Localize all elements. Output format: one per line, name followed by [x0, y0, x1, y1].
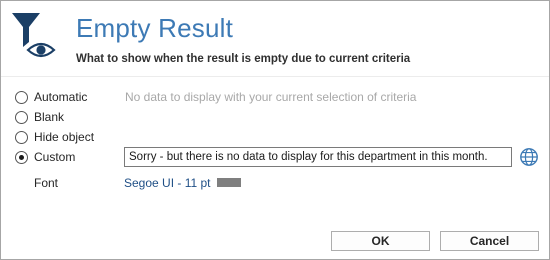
font-label: Font	[34, 176, 59, 190]
header-divider	[1, 76, 549, 77]
radio-hide-object[interactable]: Hide object	[15, 129, 94, 145]
radio-automatic-circle[interactable]	[15, 90, 28, 104]
ok-button[interactable]: OK	[331, 231, 430, 251]
page-subtitle: What to show when the result is empty du…	[76, 53, 411, 65]
globe-icon[interactable]	[519, 147, 539, 167]
radio-custom[interactable]: Custom	[15, 149, 75, 165]
custom-message-input[interactable]	[124, 147, 512, 167]
radio-automatic[interactable]: Automatic	[15, 89, 87, 105]
automatic-hint-text: No data to display with your current sel…	[125, 90, 417, 104]
radio-automatic-label: Automatic	[34, 90, 88, 104]
page-title: Empty Result	[76, 13, 234, 43]
radio-hide-object-label: Hide object	[34, 130, 95, 144]
filter-eye-icon	[12, 13, 56, 58]
empty-result-dialog: Empty Result What to show when the resul…	[0, 0, 550, 260]
font-picker-link[interactable]: Segoe UI - 11 pt	[124, 176, 211, 190]
radio-blank-circle[interactable]	[15, 110, 28, 124]
font-color-swatch[interactable]	[217, 178, 241, 187]
cancel-button[interactable]: Cancel	[440, 231, 539, 251]
radio-hide-object-circle[interactable]	[15, 130, 28, 144]
radio-custom-circle[interactable]	[15, 150, 28, 164]
radio-custom-label: Custom	[34, 150, 76, 164]
radio-blank[interactable]: Blank	[15, 109, 64, 125]
radio-blank-label: Blank	[34, 110, 65, 124]
